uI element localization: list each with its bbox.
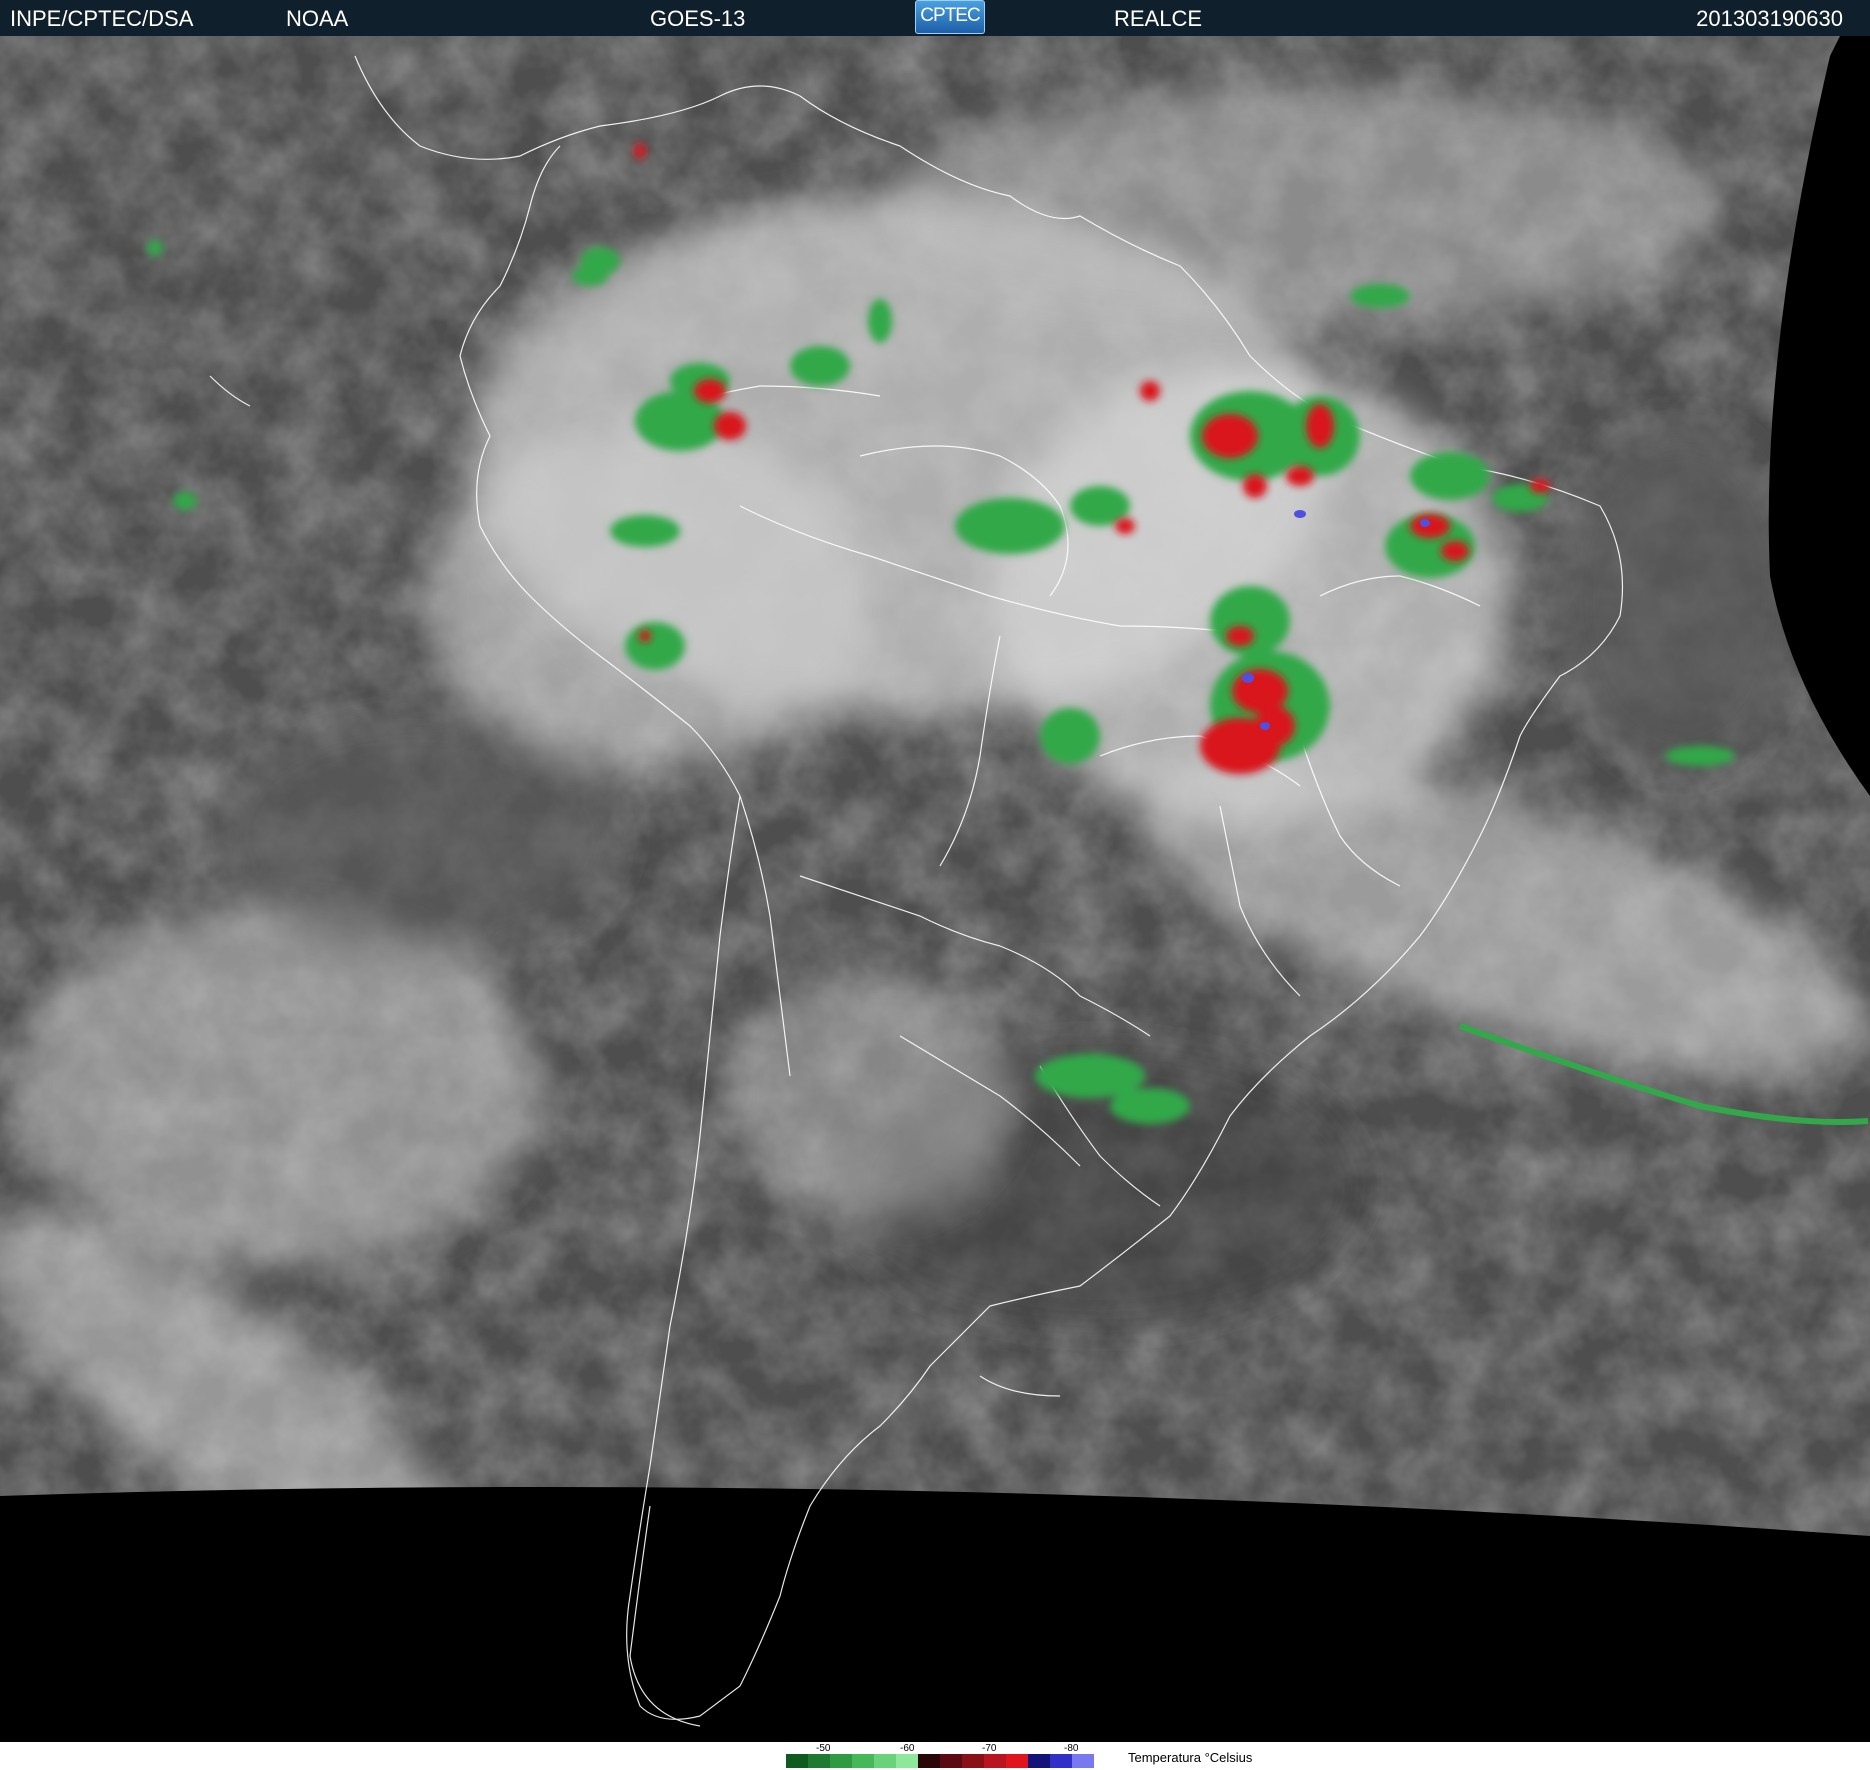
legend-color-cell	[1006, 1754, 1028, 1768]
legend-color-cell	[1072, 1754, 1094, 1768]
legend-color-cell	[918, 1754, 940, 1768]
legend-color-cell	[940, 1754, 962, 1768]
agency-label: INPE/CPTEC/DSA	[10, 6, 194, 31]
satellite-label: GOES-13	[650, 6, 746, 31]
legend-title: Temperatura °Celsius	[1128, 1750, 1253, 1765]
legend-color-cell	[962, 1754, 984, 1768]
legend-color-cell	[808, 1754, 830, 1768]
space-bottom	[0, 1487, 1870, 1742]
legend-color-cell	[896, 1754, 918, 1768]
legend-color-cell	[852, 1754, 874, 1768]
legend-tick-50: -50	[816, 1743, 831, 1754]
satellite-image-svg	[0, 36, 1870, 1742]
legend-tick-60: -60	[900, 1743, 915, 1754]
legend-tick-70: -70	[982, 1743, 997, 1754]
satellite-image	[0, 36, 1870, 1742]
legend-color-cell	[1028, 1754, 1050, 1768]
product-label: REALCE	[1114, 6, 1203, 31]
source-label: NOAA	[286, 6, 349, 31]
timestamp-label: 201303190630	[1696, 6, 1843, 31]
temperature-legend: -50 -60 -70 -80 Temperatura °Celsius	[0, 1742, 1870, 1770]
legend-color-cell	[830, 1754, 852, 1768]
legend-color-cell	[874, 1754, 896, 1768]
cptec-logo: CPTEC	[915, 0, 985, 34]
header-bar: INPE/CPTEC/DSA NOAA GOES-13 CPTEC REALCE…	[0, 0, 1870, 36]
legend-color-cell	[786, 1754, 808, 1768]
legend-color-cell	[984, 1754, 1006, 1768]
legend-color-bar	[786, 1754, 1094, 1768]
legend-tick-80: -80	[1064, 1743, 1079, 1754]
legend-color-cell	[1050, 1754, 1072, 1768]
logo-text: CPTEC	[920, 5, 980, 26]
